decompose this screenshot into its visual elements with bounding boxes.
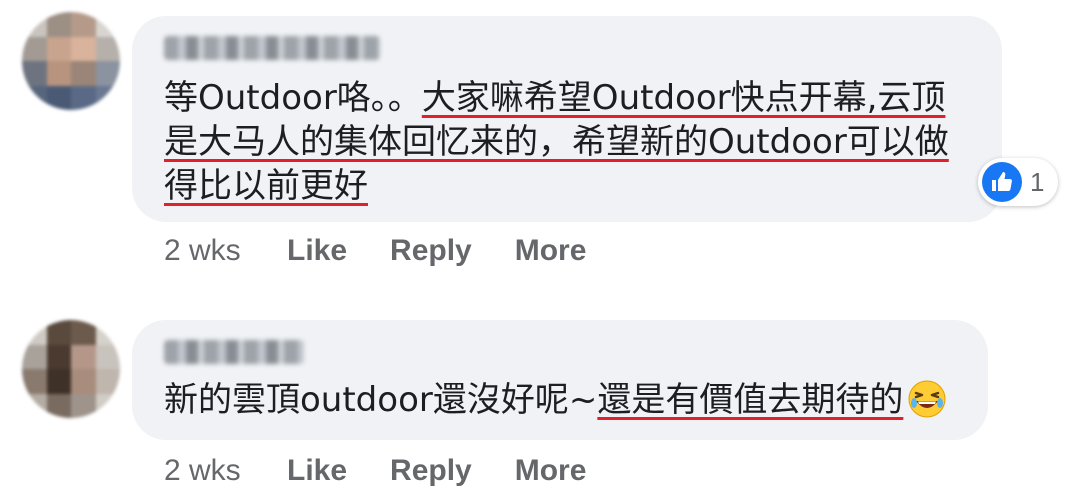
author-name-redacted[interactable] [164, 36, 380, 60]
comment-bubble: 等Outdoor咯。。大家嘛希望Outdoor快点开幕,云顶 是大马人的集体回忆… [132, 16, 1002, 222]
comment-actions: 2 wks Like Reply More [164, 234, 629, 268]
timestamp[interactable]: 2 wks [164, 454, 287, 488]
reaction-summary[interactable]: 1 [978, 158, 1059, 206]
underlined-text: 得比以前更好 [164, 166, 368, 206]
laughing-emoji-icon [908, 380, 946, 418]
comment-text: 新的雲頂outdoor還沒好呢~還是有價值去期待的 [164, 378, 964, 422]
reaction-count: 1 [1030, 166, 1045, 197]
comment-text-plain: 等Outdoor咯。。 [164, 78, 422, 118]
timestamp[interactable]: 2 wks [164, 234, 287, 268]
avatar[interactable] [22, 12, 120, 110]
author-name-redacted[interactable] [164, 340, 304, 364]
more-button[interactable]: More [515, 454, 587, 488]
avatar[interactable] [22, 320, 120, 418]
like-button[interactable]: Like [287, 454, 347, 488]
reply-button[interactable]: Reply [390, 234, 472, 268]
more-button[interactable]: More [515, 234, 587, 268]
underlined-text: 還是有價值去期待的 [597, 380, 904, 420]
comment-2: 新的雲頂outdoor還沒好呢~還是有價值去期待的 2 wks Like Rep… [0, 300, 1080, 502]
comment-1: 等Outdoor咯。。大家嘛希望Outdoor快点开幕,云顶 是大马人的集体回忆… [0, 0, 1080, 290]
underlined-text: 是大马人的集体回忆来的，希望新的Outdoor可以做 [164, 122, 949, 162]
like-button[interactable]: Like [287, 234, 347, 268]
comment-actions: 2 wks Like Reply More [164, 454, 629, 488]
comment-text: 等Outdoor咯。。大家嘛希望Outdoor快点开幕,云顶 是大马人的集体回忆… [164, 76, 984, 208]
comment-bubble: 新的雲頂outdoor還沒好呢~還是有價值去期待的 [132, 320, 988, 440]
comment-text-plain: 新的雲頂outdoor還沒好呢~ [164, 380, 598, 420]
reply-button[interactable]: Reply [390, 454, 472, 488]
like-icon [982, 162, 1022, 202]
underlined-text: 大家嘛希望Outdoor快点开幕,云顶 [421, 78, 946, 118]
